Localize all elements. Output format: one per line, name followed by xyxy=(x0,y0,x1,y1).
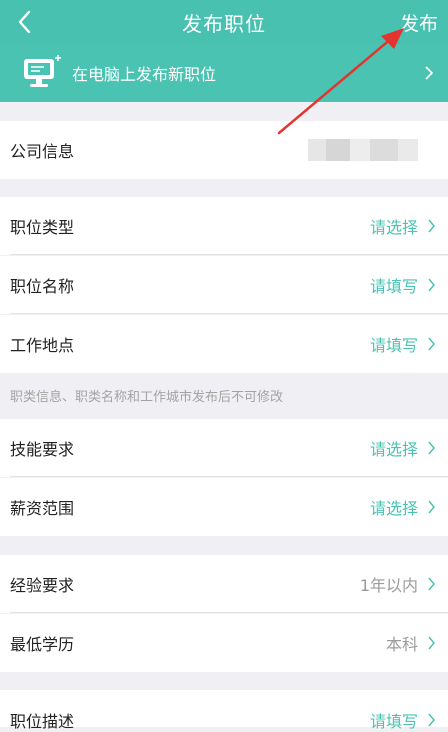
row-value: 请填写 xyxy=(369,712,418,731)
job-description-row[interactable]: 职位描述 请填写 xyxy=(0,690,448,731)
row-label: 技能要求 xyxy=(10,440,75,459)
chevron-right-icon xyxy=(428,278,435,292)
publish-on-pc-banner[interactable]: 在电脑上发布新职位 xyxy=(0,44,448,102)
job-type-row[interactable]: 职位类型 请选择 xyxy=(0,197,448,255)
chevron-right-icon xyxy=(428,219,435,233)
row-value: 1年以内 xyxy=(359,576,418,595)
row-label: 工作地点 xyxy=(10,336,75,355)
row-label: 公司信息 xyxy=(10,142,75,161)
page-title: 发布职位 xyxy=(182,11,266,36)
chevron-right-icon xyxy=(428,713,435,727)
row-label: 薪资范围 xyxy=(10,499,75,518)
row-value: 请选择 xyxy=(369,218,418,237)
chevron-right-icon xyxy=(428,441,435,455)
work-location-row[interactable]: 工作地点 请填写 xyxy=(0,315,448,373)
row-label: 职位描述 xyxy=(10,712,75,731)
row-label: 职位名称 xyxy=(10,277,75,296)
back-button[interactable] xyxy=(6,0,42,44)
min-education-row[interactable]: 最低学历 本科 xyxy=(0,614,448,672)
chevron-right-icon xyxy=(428,636,435,650)
chevron-left-icon xyxy=(18,10,31,34)
row-label: 经验要求 xyxy=(10,576,75,595)
banner-text: 在电脑上发布新职位 xyxy=(72,65,217,84)
chevron-right-icon xyxy=(428,500,435,514)
job-name-row[interactable]: 职位名称 请填写 xyxy=(0,256,448,314)
row-label: 最低学历 xyxy=(10,635,75,654)
experience-row[interactable]: 经验要求 1年以内 xyxy=(0,555,448,613)
row-value: 请填写 xyxy=(369,277,418,296)
row-value: 请选择 xyxy=(369,440,418,459)
publish-button[interactable]: 发布 xyxy=(400,0,438,44)
skill-requirement-row[interactable]: 技能要求 请选择 xyxy=(0,419,448,477)
row-value: 本科 xyxy=(385,635,418,654)
nav-bar: 发布职位 发布 xyxy=(0,0,448,44)
salary-range-row[interactable]: 薪资范围 请选择 xyxy=(0,478,448,536)
row-value: 请填写 xyxy=(369,336,418,355)
row-label: 职位类型 xyxy=(10,218,75,237)
hint-text: 职类信息、职类名称和工作城市发布后不可修改 xyxy=(10,389,284,405)
company-info-row[interactable]: 公司信息 xyxy=(0,121,448,179)
chevron-right-icon xyxy=(428,577,435,591)
chevron-right-icon xyxy=(428,337,435,351)
hint-note: 职类信息、职类名称和工作城市发布后不可修改 xyxy=(0,372,448,418)
blurred-company-name xyxy=(308,139,418,161)
desktop-computer-icon xyxy=(24,55,61,87)
chevron-right-icon xyxy=(425,66,434,80)
row-value: 请选择 xyxy=(369,499,418,518)
